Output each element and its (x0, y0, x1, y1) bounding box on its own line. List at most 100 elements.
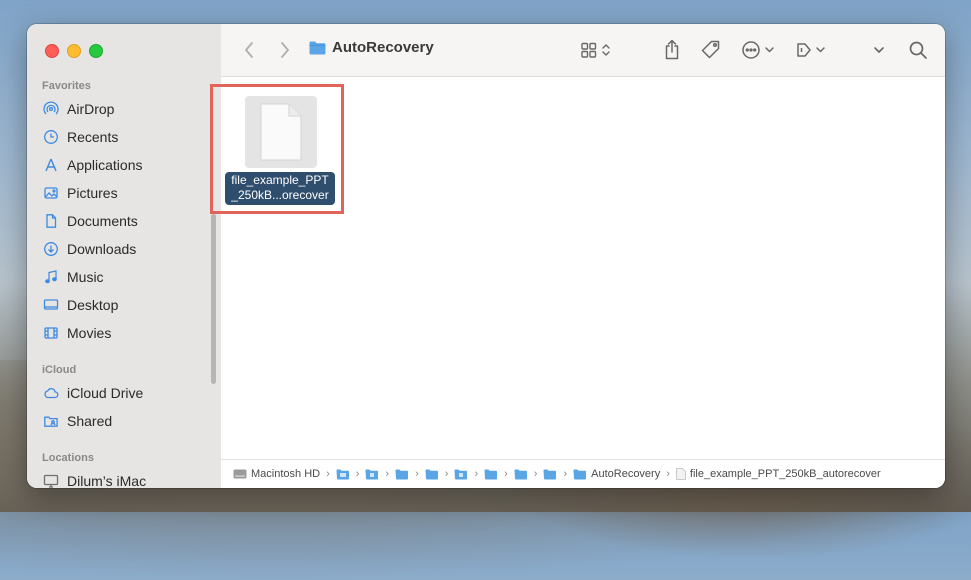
folder-icon (484, 469, 498, 479)
tag-icon (701, 40, 720, 59)
sidebar-item-label: Music (67, 269, 104, 285)
file-browser-area[interactable]: file_example_PPT _250kB...orecover (210, 77, 945, 460)
file-item[interactable] (245, 96, 317, 168)
sidebar-item-movies[interactable]: Movies (43, 322, 111, 344)
cloud-icon (44, 388, 59, 399)
chevron-left-icon (245, 42, 253, 58)
path-separator: › (533, 468, 538, 480)
blank-document-icon (260, 103, 302, 161)
path-item-root[interactable]: Macintosh HD (233, 468, 320, 480)
sidebar-item-documents[interactable]: Documents (43, 210, 138, 232)
imac-icon (43, 474, 59, 488)
sidebar-scrollbar[interactable] (211, 214, 216, 384)
folder-icon (543, 469, 557, 479)
path-separator: › (444, 468, 449, 480)
path-item-folder[interactable] (514, 469, 528, 480)
sidebar-item-downloads[interactable]: Downloads (43, 238, 136, 260)
sidebar-item-pictures[interactable]: Pictures (43, 182, 118, 204)
applications-icon (45, 158, 57, 172)
path-item-folder[interactable] (543, 469, 557, 480)
actions-menu-button[interactable] (741, 38, 779, 62)
window-title: AutoRecovery (309, 39, 434, 56)
folder-icon (454, 469, 468, 479)
sidebar-item-airdrop[interactable]: AirDrop (43, 98, 114, 120)
path-item-autorecovery[interactable]: AutoRecovery (573, 468, 660, 480)
photo-icon (44, 187, 58, 199)
sidebar-item-icloud-drive[interactable]: iCloud Drive (43, 382, 143, 404)
path-item-folder[interactable] (454, 469, 468, 480)
path-bar: Macintosh HD › › › › › › › › › AutoRecov… (221, 459, 945, 488)
zoom-window-button[interactable] (89, 44, 103, 58)
close-window-button[interactable] (45, 44, 59, 58)
sidebar-item-label: Dilum’s iMac (67, 473, 147, 488)
sidebar-heading-icloud: iCloud (42, 364, 77, 376)
path-separator: › (474, 468, 479, 480)
path-separator: › (326, 468, 330, 480)
back-button[interactable] (239, 38, 259, 62)
search-icon (909, 41, 927, 59)
sidebar-heading-favorites: Favorites (42, 80, 91, 92)
sidebar-item-label: Desktop (67, 297, 119, 313)
page-title: AutoRecovery (332, 39, 434, 56)
path-separator: › (385, 468, 390, 480)
view-options-button[interactable] (579, 38, 615, 62)
path-separator: › (563, 468, 568, 480)
airdrop-icon (43, 101, 59, 115)
finder-window: Favorites AirDrop Recents Applications P… (27, 24, 945, 488)
sidebar-item-label: AirDrop (67, 101, 115, 117)
document-icon (46, 214, 57, 228)
path-separator: › (504, 468, 508, 480)
share-button[interactable] (661, 38, 683, 62)
film-icon (44, 327, 58, 339)
minimize-window-button[interactable] (67, 44, 81, 58)
sidebar-item-label: Shared (67, 413, 113, 429)
path-item-folder[interactable] (336, 469, 350, 480)
chevron-down-icon (874, 47, 884, 53)
clock-icon (44, 130, 58, 144)
path-separator: › (415, 468, 419, 480)
path-item-label: AutoRecovery (591, 468, 661, 480)
shared-folder-icon (44, 416, 58, 427)
music-note-icon (45, 270, 57, 284)
sidebar-item-recents[interactable]: Recents (43, 126, 118, 148)
sidebar-item-desktop[interactable]: Desktop (43, 294, 118, 316)
toolbar: AutoRecovery (221, 24, 945, 77)
sidebar-item-label: Recents (67, 129, 119, 145)
grid-view-icon (581, 42, 610, 58)
search-button[interactable] (907, 38, 929, 62)
folder-icon (425, 469, 438, 479)
sidebar-item-label: Applications (67, 157, 143, 173)
file-name-label[interactable]: file_example_PPT _250kB...orecover (225, 172, 335, 205)
file-name-line: _250kB...orecover (231, 188, 329, 202)
folder-icon (514, 469, 527, 479)
document-icon (675, 468, 686, 480)
path-item-label: file_example_PPT_250kB_autorecover (689, 468, 881, 480)
path-item-folder[interactable] (425, 469, 439, 480)
folder-icon (365, 469, 379, 479)
sidebar-item-imac[interactable]: Dilum’s iMac (43, 470, 146, 488)
download-icon (44, 242, 58, 256)
sidebar-item-label: Pictures (67, 185, 118, 201)
sidebar-item-label: Movies (67, 325, 112, 341)
tags-button[interactable] (699, 38, 723, 62)
chevron-right-icon (281, 42, 289, 58)
sidebar-item-shared[interactable]: Shared (43, 410, 112, 432)
path-item-folder[interactable] (484, 469, 498, 480)
forward-button[interactable] (275, 38, 295, 62)
sidebar-heading-locations: Locations (42, 452, 94, 464)
path-item-folder[interactable] (365, 469, 379, 480)
sidebar-item-applications[interactable]: Applications (43, 154, 143, 176)
share-icon (665, 39, 679, 60)
folder-icon (309, 41, 326, 54)
folder-icon (395, 469, 409, 479)
sidebar-item-label: Downloads (67, 241, 137, 257)
sidebar-item-music[interactable]: Music (43, 266, 104, 288)
path-item-file[interactable]: file_example_PPT_250kB_autorecover (675, 468, 881, 480)
path-item-folder[interactable] (395, 469, 409, 480)
quick-actions-button[interactable] (795, 38, 829, 62)
desktop-icon (43, 299, 59, 310)
path-item-label: Macintosh HD (251, 468, 321, 480)
toolbar-overflow-button[interactable] (871, 38, 887, 62)
folder-icon (573, 469, 587, 479)
sidebar-item-label: Documents (67, 213, 138, 229)
